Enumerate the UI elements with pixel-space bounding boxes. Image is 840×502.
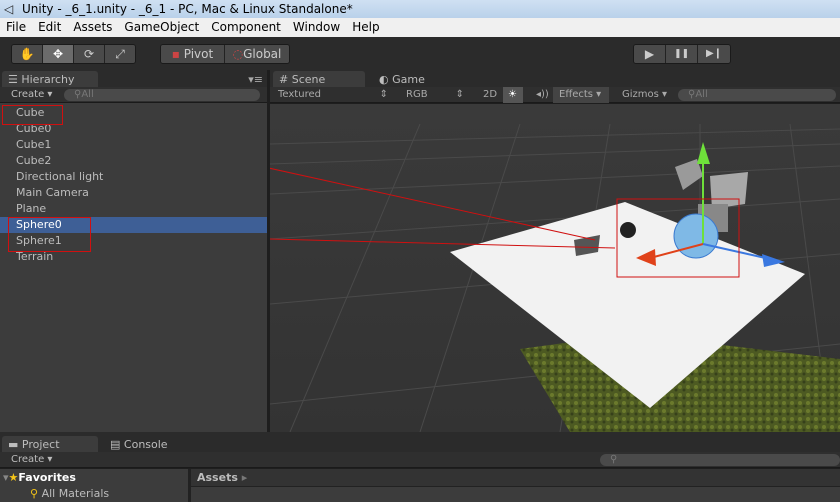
folder-icon: ▬ bbox=[8, 438, 19, 451]
scene-search-placeholder: All bbox=[695, 89, 708, 100]
tab-hierarchy[interactable]: ☰ Hierarchy bbox=[2, 71, 98, 87]
toolbar: ✋ ✥ ⟳ ⤢ ▪ Pivot ◌Global ▶ ❚❚ ▶❙ bbox=[0, 37, 840, 70]
unity-logo-icon: ◁ bbox=[4, 2, 14, 16]
panel-menu-icon[interactable]: ▾≡ bbox=[248, 73, 263, 86]
hierarchy-search-input[interactable]: ⚲All bbox=[64, 89, 260, 101]
window-title: Unity - _6_1.unity - _6_1 - PC, Mac & Li… bbox=[22, 2, 353, 16]
assets-breadcrumb[interactable]: Assets ▸ bbox=[191, 469, 840, 487]
annotation-box-spheres bbox=[8, 217, 91, 252]
console-tab-label: Console bbox=[123, 438, 168, 451]
pivot-label: Pivot bbox=[183, 47, 214, 61]
breadcrumb-assets: Assets bbox=[197, 471, 238, 484]
menu-component[interactable]: Component bbox=[205, 18, 287, 37]
menu-file[interactable]: File bbox=[0, 18, 32, 37]
hierarchy-tabbar: ☰ Hierarchy ▾≡ bbox=[0, 70, 267, 87]
scale-tool-icon[interactable]: ⤢ bbox=[105, 45, 135, 63]
hierarchy-item-cube2[interactable]: Cube2 bbox=[0, 153, 267, 169]
hand-tool-icon[interactable]: ✋ bbox=[12, 45, 43, 63]
tab-console[interactable]: ▤ Console bbox=[104, 436, 194, 453]
tab-project[interactable]: ▬ Project bbox=[2, 436, 98, 452]
rotate-tool-icon[interactable]: ⟳ bbox=[74, 45, 105, 63]
hierarchy-subbar: Create ▾ ⚲All bbox=[0, 87, 267, 103]
annotation-box-cube bbox=[2, 105, 63, 125]
hierarchy-item-plane[interactable]: Plane bbox=[0, 201, 267, 217]
hierarchy-item-main-camera[interactable]: Main Camera bbox=[0, 185, 267, 201]
scene-search-input[interactable]: ⚲All bbox=[678, 89, 836, 101]
tab-scene[interactable]: # Scene bbox=[273, 71, 365, 87]
favorites-label: Favorites bbox=[18, 471, 76, 484]
favorites-item[interactable]: ▾★Favorites bbox=[3, 471, 76, 484]
global-icon: ◌ bbox=[232, 47, 244, 61]
gizmos-label: Gizmos bbox=[622, 89, 659, 100]
project-tabbar: ▬ Project ▤ Console bbox=[0, 432, 840, 452]
pivot-icon: ▪ bbox=[171, 47, 180, 61]
create-label: Create bbox=[11, 89, 45, 100]
project-create-label: Create bbox=[11, 454, 45, 465]
step-button[interactable]: ▶❙ bbox=[698, 45, 730, 63]
all-materials-item[interactable]: ⚲ All Materials bbox=[30, 487, 109, 500]
menu-bar: File Edit Assets GameObject Component Wi… bbox=[0, 18, 840, 37]
game-icon: ◐ bbox=[379, 73, 389, 86]
title-bar: ◁ Unity - _6_1.unity - _6_1 - PC, Mac & … bbox=[0, 0, 840, 18]
all-materials-label: All Materials bbox=[41, 487, 110, 500]
hierarchy-panel: Create ▾ ⚲All Cube Cube0 Cube1 Cube2 Dir… bbox=[0, 87, 267, 432]
pivot-button[interactable]: ▪ Pivot bbox=[161, 45, 225, 63]
global-button[interactable]: ◌Global bbox=[225, 45, 289, 63]
sphere0-object bbox=[673, 213, 719, 259]
menu-gameobject[interactable]: GameObject bbox=[118, 18, 205, 37]
hierarchy-create-button[interactable]: Create ▾ bbox=[11, 87, 52, 103]
scene-toolbar: Textured ⇕ RGB ⇕ 2D ☀ ◂)) Effects ▾ Gizmos… bbox=[270, 87, 840, 103]
pivot-group: ▪ Pivot ◌Global bbox=[160, 44, 290, 64]
2d-toggle[interactable]: 2D bbox=[475, 87, 497, 103]
menu-assets[interactable]: Assets bbox=[67, 18, 118, 37]
pause-button[interactable]: ❚❚ bbox=[666, 45, 698, 63]
search-placeholder: All bbox=[81, 89, 94, 100]
tab-game[interactable]: ◐ Game bbox=[373, 71, 453, 88]
lighting-toggle-icon[interactable]: ☀ bbox=[503, 87, 523, 103]
sphere1-object bbox=[620, 222, 636, 238]
gizmos-dropdown[interactable]: Gizmos ▾ bbox=[614, 87, 672, 103]
color-mode-dropdown[interactable]: RGB ⇕ bbox=[398, 87, 468, 103]
render-mode-value: Textured bbox=[278, 89, 321, 100]
playback-group: ▶ ❚❚ ▶❙ bbox=[633, 44, 731, 64]
global-label: Global bbox=[243, 47, 282, 61]
project-tab-label: Project bbox=[21, 438, 60, 451]
effects-label: Effects bbox=[559, 89, 593, 100]
search-icon: ⚲ bbox=[30, 487, 39, 500]
render-mode-dropdown[interactable]: Textured ⇕ bbox=[270, 87, 392, 103]
color-mode-value: RGB bbox=[406, 89, 428, 100]
menu-edit[interactable]: Edit bbox=[32, 18, 67, 37]
audio-toggle-icon[interactable]: ◂)) bbox=[528, 87, 550, 103]
scene-viewport[interactable] bbox=[270, 104, 840, 432]
project-search-input[interactable]: ⚲ bbox=[600, 454, 840, 466]
transform-tools: ✋ ✥ ⟳ ⤢ bbox=[11, 44, 136, 64]
project-subbar: Create ▾ ⚲ bbox=[0, 452, 840, 468]
project-assets: Assets ▸ bbox=[191, 469, 840, 502]
hierarchy-tab-label: Hierarchy bbox=[21, 73, 75, 86]
menu-help[interactable]: Help bbox=[346, 18, 385, 37]
play-button[interactable]: ▶ bbox=[634, 45, 666, 63]
move-tool-icon[interactable]: ✥ bbox=[43, 45, 74, 63]
game-tab-label: Game bbox=[392, 73, 425, 86]
scene-tabbar: # Scene ◐ Game bbox=[270, 70, 840, 87]
scene-tab-label: Scene bbox=[291, 73, 326, 86]
project-tree: ▾★Favorites ⚲ All Materials bbox=[0, 469, 188, 502]
star-icon: ★ bbox=[8, 471, 19, 484]
menu-window[interactable]: Window bbox=[287, 18, 346, 37]
effects-dropdown[interactable]: Effects ▾ bbox=[553, 87, 609, 103]
project-create-button[interactable]: Create ▾ bbox=[11, 452, 52, 468]
hierarchy-item-cube1[interactable]: Cube1 bbox=[0, 137, 267, 153]
cube-object bbox=[710, 172, 748, 209]
hierarchy-item-directional-light[interactable]: Directional light bbox=[0, 169, 267, 185]
console-icon: ▤ bbox=[110, 438, 121, 451]
